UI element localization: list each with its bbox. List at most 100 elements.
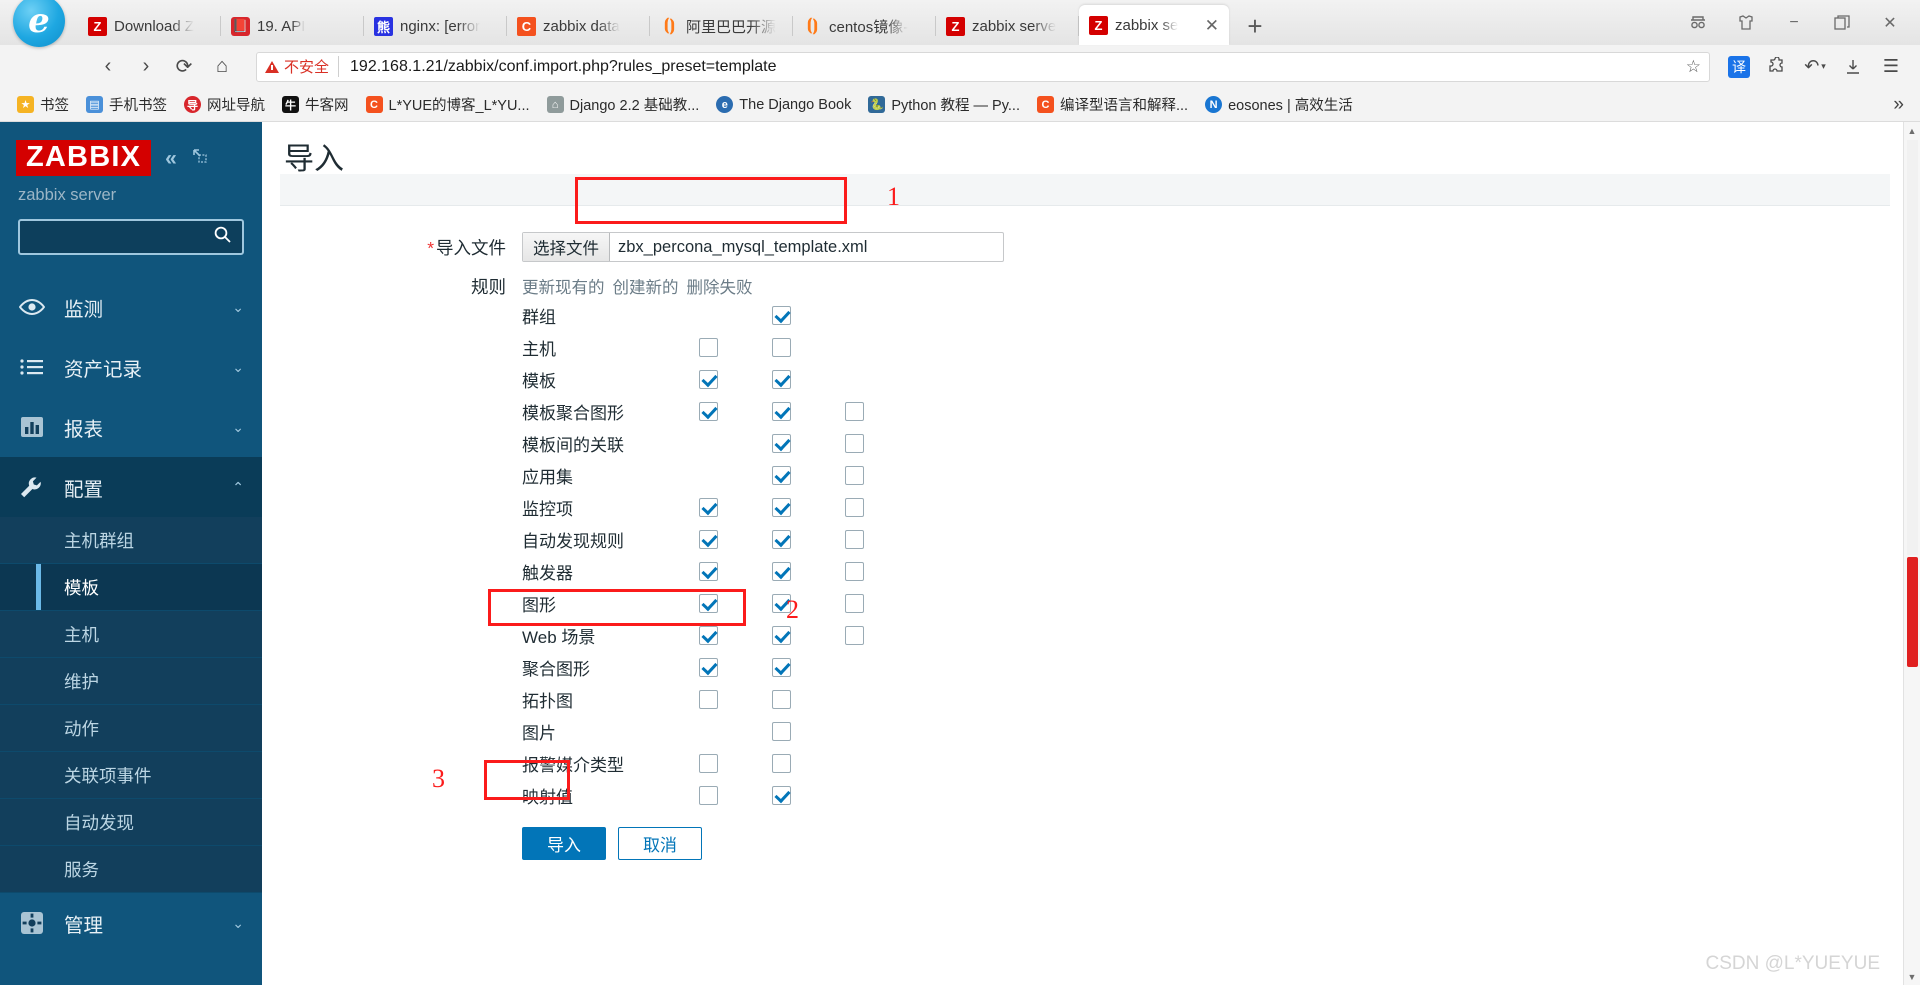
import-file-input[interactable]: 选择文件 zbx_percona_mysql_template.xml [522,232,1004,262]
delete-checkbox[interactable] [845,625,864,645]
new-tab-button[interactable]: + [1229,7,1281,45]
browser-tab[interactable]: 熊 nginx: [error [364,7,507,45]
browser-tab[interactable]: C zabbix data [507,7,650,45]
scrollbar-thumb[interactable] [1907,557,1918,667]
scroll-up-arrow[interactable]: ▲ [1904,122,1920,139]
close-tab-icon[interactable]: ✕ [1205,17,1219,34]
bookmark-item[interactable]: 牛牛客网 [275,91,356,118]
bookmark-item[interactable]: C 编译型语言和解释... [1030,91,1195,118]
update-checkbox[interactable] [699,593,718,613]
minimize-button[interactable]: − [1770,6,1818,40]
browser-tab[interactable]: ⦗⦘ centos镜像- [793,7,936,45]
sidebar-item-monitoring[interactable]: 监测 ⌄ [0,277,262,337]
extensions-icon[interactable] [1760,50,1794,84]
delete-checkbox[interactable] [845,561,864,581]
cancel-button[interactable]: 取消 [618,827,702,860]
create-checkbox[interactable] [772,689,791,709]
bookmark-item[interactable]: 导网址导航 [177,91,272,118]
reload-button[interactable]: ⟳ [166,49,202,85]
collapse-sidebar-icon[interactable]: « [165,147,177,171]
create-checkbox[interactable] [772,337,791,357]
forward-button[interactable]: › [128,49,164,85]
create-checkbox[interactable] [772,497,791,517]
sidebar-item-actions[interactable]: 动作 [0,705,262,752]
sidebar-item-reports[interactable]: 报表 ⌄ [0,397,262,457]
create-checkbox[interactable] [772,369,791,389]
download-icon[interactable] [1836,50,1870,84]
delete-checkbox[interactable] [845,465,864,485]
browser-tab[interactable]: ⦗⦘ 阿里巴巴开源 [650,7,793,45]
sidebar-item-maintenance[interactable]: 维护 [0,658,262,705]
browser-tab[interactable]: 📕 19. API [221,7,364,45]
update-checkbox[interactable] [699,369,718,389]
bookmark-item[interactable]: ⌂ Django 2.2 基础教... [540,91,707,118]
update-checkbox[interactable] [699,497,718,517]
browser-tab[interactable]: Z zabbix serve [936,7,1079,45]
bookmark-star-icon[interactable]: ☆ [1686,57,1701,77]
home-button[interactable]: ⌂ [204,49,240,85]
sidebar-item-templates[interactable]: 模板 [0,564,262,611]
bookmark-item[interactable]: 🐍 Python 教程 — Py... [861,91,1027,118]
sidebar-item-hosts[interactable]: 主机 [0,611,262,658]
choose-file-button[interactable]: 选择文件 [523,233,610,261]
scrollbar-track[interactable] [1907,140,1918,555]
create-checkbox[interactable] [772,561,791,581]
create-checkbox[interactable] [772,657,791,677]
sidebar-item-host-groups[interactable]: 主机群组 [0,517,262,564]
delete-checkbox[interactable] [845,497,864,517]
page-scrollbar[interactable]: ▲ ▼ [1903,122,1920,985]
zabbix-logo[interactable]: ZABBIX [16,140,152,176]
close-window-button[interactable]: ✕ [1866,6,1914,40]
update-checkbox[interactable] [699,785,718,805]
pin-sidebar-icon[interactable] [191,147,209,170]
sidebar-item-inventory[interactable]: 资产记录 ⌄ [0,337,262,397]
bookmark-item[interactable]: Neosones | 高效生活 [1198,91,1360,118]
bookmark-item[interactable]: C L*YUE的博客_L*YU... [359,91,537,118]
update-checkbox[interactable] [699,401,718,421]
skin-icon[interactable] [1722,6,1770,40]
update-checkbox[interactable] [699,561,718,581]
sidebar-item-administration[interactable]: 管理 ⌄ [0,893,262,953]
bookmark-item[interactable]: ★ 书签 [10,91,76,118]
update-checkbox[interactable] [699,753,718,773]
delete-checkbox[interactable] [845,593,864,613]
create-checkbox[interactable] [772,721,791,741]
history-icon[interactable]: ↶ ▾ [1798,50,1832,84]
address-bar[interactable]: 不安全 192.168.1.21/zabbix/conf.import.php?… [256,51,1710,82]
update-checkbox[interactable] [699,657,718,677]
bookmark-item[interactable]: ▤ 手机书签 [79,91,174,118]
security-status[interactable]: 不安全 [265,56,340,77]
maximize-button[interactable] [1818,6,1866,40]
sidebar-item-configuration[interactable]: 配置 ⌃ [0,457,262,517]
import-button[interactable]: 导入 [522,827,606,860]
create-checkbox[interactable] [772,625,791,645]
back-button[interactable]: ‹ [90,49,126,85]
create-checkbox[interactable] [772,785,791,805]
create-checkbox[interactable] [772,433,791,453]
create-checkbox[interactable] [772,465,791,485]
menu-icon[interactable]: ☰ [1874,50,1908,84]
browser-tab[interactable]: Z Download Z [78,7,221,45]
sidebar-item-services[interactable]: 服务 [0,846,262,893]
update-checkbox[interactable] [699,689,718,709]
delete-checkbox[interactable] [845,529,864,549]
create-checkbox[interactable] [772,401,791,421]
scroll-down-arrow[interactable]: ▼ [1904,968,1920,985]
create-checkbox[interactable] [772,529,791,549]
update-checkbox[interactable] [699,529,718,549]
sidebar-item-discovery[interactable]: 自动发现 [0,799,262,846]
sidebar-item-event-correlation[interactable]: 关联项事件 [0,752,262,799]
update-checkbox[interactable] [699,625,718,645]
create-checkbox[interactable] [772,305,791,325]
bookmark-item[interactable]: e The Django Book [709,93,858,116]
update-checkbox[interactable] [699,337,718,357]
browser-tab-active[interactable]: Z zabbix se ✕ [1079,5,1229,45]
sidebar-search-input[interactable] [18,219,244,255]
rules-cell [818,690,891,709]
bookmarks-overflow-button[interactable]: » [1887,94,1910,116]
create-checkbox[interactable] [772,753,791,773]
delete-checkbox[interactable] [845,433,864,453]
translate-button[interactable]: 译 [1722,50,1756,84]
delete-checkbox[interactable] [845,401,864,421]
reader-mode-icon[interactable] [1674,6,1722,40]
